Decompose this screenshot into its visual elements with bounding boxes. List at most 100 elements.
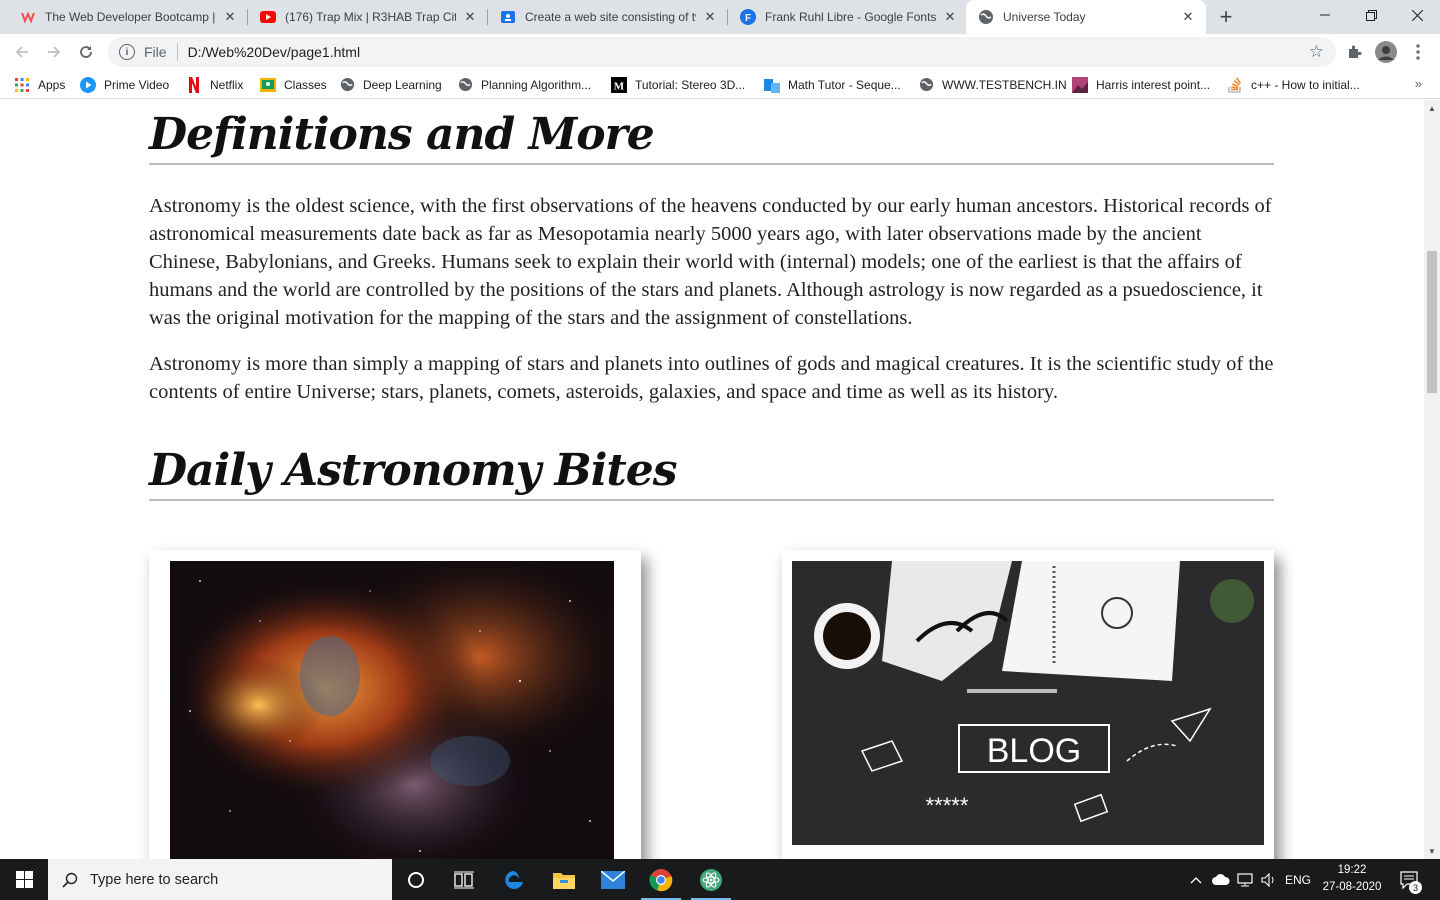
google-fonts-icon: F (740, 9, 756, 25)
language-indicator[interactable]: ENG (1283, 859, 1313, 900)
forward-button[interactable] (40, 38, 68, 66)
cortana-button[interactable] (392, 859, 440, 900)
scrollbar-thumb[interactable] (1427, 251, 1437, 393)
arrow-right-icon (48, 46, 61, 58)
close-window-button[interactable] (1394, 0, 1440, 30)
bookmark-label: Netflix (210, 77, 244, 92)
address-bar[interactable]: i File D:/Web%20Dev/page1.html ☆ (108, 37, 1336, 67)
volume-button[interactable] (1258, 859, 1280, 900)
action-center-button[interactable]: 3 (1394, 859, 1424, 900)
math-tutor-icon (764, 77, 780, 93)
bookmark-apps[interactable]: Apps (14, 76, 65, 93)
tab-strip: The Web Developer Bootcamp | U ✕ (176) T… (0, 0, 1440, 34)
url-text[interactable]: D:/Web%20Dev/page1.html (188, 44, 361, 60)
volume-icon (1261, 872, 1274, 887)
tab-title: (176) Trap Mix | R3HAB Trap City (285, 10, 456, 24)
bookmark-deep-learning[interactable]: Deep Learning (339, 76, 442, 93)
udemy-icon (20, 9, 36, 25)
bookmark-planning-algorithms[interactable]: Planning Algorithm... (457, 76, 591, 93)
task-view-icon (454, 871, 474, 888)
bookmark-classes[interactable]: Classes (260, 76, 327, 93)
tab-classroom[interactable]: Create a web site consisting of tw ✕ (488, 0, 728, 34)
rating-text: ***** (926, 793, 969, 818)
reload-icon (80, 46, 92, 58)
bookmark-prime-video[interactable]: Prime Video (80, 76, 169, 93)
chevron-up-icon (1190, 876, 1202, 883)
netflix-icon (186, 76, 202, 93)
atom-icon (700, 868, 722, 891)
cloud-icon (1212, 874, 1230, 885)
task-view-button[interactable] (440, 859, 488, 900)
scroll-down-arrow-icon[interactable]: ▼ (1424, 843, 1440, 859)
bookmark-testbench[interactable]: WWW.TESTBENCH.IN (918, 76, 1067, 93)
tab-title: Universe Today (1003, 10, 1086, 24)
tab-title: The Web Developer Bootcamp | U (45, 10, 216, 24)
search-icon (62, 872, 78, 888)
extensions-button[interactable] (1340, 38, 1368, 66)
restore-icon (1365, 9, 1377, 21)
section-title-definitions: Definitions and More (149, 113, 1274, 165)
reload-button[interactable] (72, 38, 100, 66)
menu-button[interactable] (1404, 38, 1432, 66)
bookmark-label: Planning Algorithm... (481, 77, 592, 92)
start-button[interactable] (0, 859, 48, 900)
avatar-icon (1375, 41, 1397, 63)
bookmark-stereo-tutorial[interactable]: M Tutorial: Stereo 3D... (611, 76, 745, 93)
nebula-photo (170, 561, 614, 859)
search-placeholder: Type here to search (90, 871, 219, 888)
close-tab-icon[interactable]: ✕ (1180, 9, 1196, 25)
bite-card-blog[interactable]: BLOG ***** (782, 550, 1274, 859)
google-classroom-icon (500, 9, 516, 25)
system-clock[interactable]: 19:22 27-08-2020 (1312, 862, 1392, 896)
minimize-button[interactable] (1302, 0, 1348, 30)
bookmark-label: Harris interest point... (1096, 77, 1211, 92)
tab-google-fonts[interactable]: F Frank Ruhl Libre - Google Fonts ✕ (728, 0, 968, 34)
tab-udemy[interactable]: The Web Developer Bootcamp | U ✕ (8, 0, 248, 34)
bookmark-stackoverflow[interactable]: c++ - How to initial... (1227, 76, 1360, 93)
vertical-scrollbar[interactable]: ▲ ▼ (1424, 100, 1440, 859)
mail-button[interactable] (589, 859, 637, 900)
close-tab-icon[interactable]: ✕ (222, 9, 238, 25)
chrome-button[interactable] (637, 859, 685, 900)
file-explorer-button[interactable] (540, 859, 588, 900)
onedrive-button[interactable] (1209, 859, 1233, 900)
back-button[interactable] (8, 38, 36, 66)
bookmark-harris[interactable]: Harris interest point... (1072, 76, 1210, 93)
puzzle-icon (1349, 45, 1362, 58)
tab-universe-today[interactable]: Universe Today ✕ (966, 0, 1206, 34)
bookmark-math-tutor[interactable]: Math Tutor - Seque... (764, 76, 901, 93)
network-button[interactable] (1234, 859, 1256, 900)
bookmark-label: Classes (284, 77, 327, 92)
restore-button[interactable] (1348, 0, 1394, 30)
bookmarks-bar: Apps Prime Video Netflix Classes Deep Le… (0, 70, 1440, 99)
windows-taskbar: Type here to search ENG 19:22 27-08-2020… (0, 859, 1440, 900)
tab-title: Frank Ruhl Libre - Google Fonts (765, 10, 936, 24)
paragraph-definition: Astronomy is more than simply a mapping … (149, 353, 1274, 403)
edge-button[interactable] (490, 859, 538, 900)
chrome-icon (649, 868, 673, 891)
info-icon[interactable]: i (119, 44, 135, 60)
close-tab-icon[interactable]: ✕ (462, 9, 478, 25)
close-tab-icon[interactable]: ✕ (702, 9, 718, 25)
kebab-menu-icon (1416, 44, 1420, 60)
scroll-up-arrow-icon[interactable]: ▲ (1424, 100, 1440, 116)
bookmark-label: Apps (38, 77, 66, 92)
tray-overflow-button[interactable] (1186, 859, 1206, 900)
bookmarks-overflow-button[interactable]: » (1415, 76, 1422, 91)
globe-icon (457, 77, 473, 93)
cortana-icon (408, 871, 424, 888)
bookmark-netflix[interactable]: Netflix (186, 76, 243, 93)
close-tab-icon[interactable]: ✕ (942, 9, 958, 25)
profile-avatar[interactable] (1372, 38, 1400, 66)
medium-icon: M (611, 76, 627, 93)
tab-title: Create a web site consisting of tw (525, 10, 696, 24)
svg-text:M: M (614, 80, 625, 92)
new-tab-button[interactable]: + (1214, 5, 1238, 29)
bookmark-star-icon[interactable]: ☆ (1309, 42, 1324, 62)
atom-button[interactable] (687, 859, 735, 900)
file-explorer-icon (553, 872, 575, 889)
bite-card-nebula[interactable] (149, 550, 641, 859)
tab-youtube[interactable]: (176) Trap Mix | R3HAB Trap City ✕ (248, 0, 488, 34)
arrow-left-icon (15, 46, 28, 58)
taskbar-search[interactable]: Type here to search (48, 859, 392, 900)
